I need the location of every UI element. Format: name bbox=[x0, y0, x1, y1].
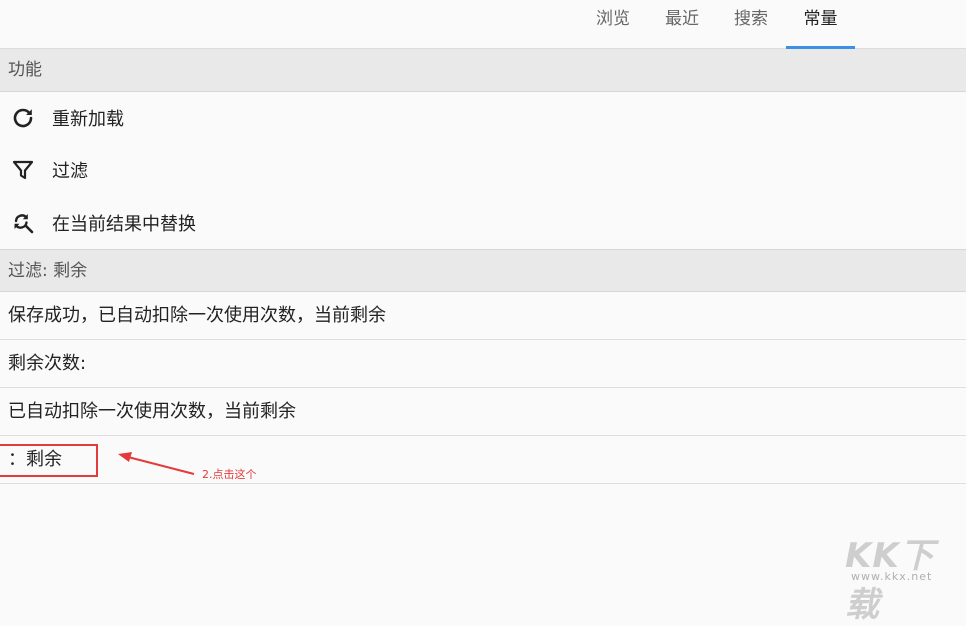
filter-action[interactable]: 过滤 bbox=[0, 144, 966, 196]
replace-in-results-action[interactable]: 在当前结果中替换 bbox=[0, 197, 966, 249]
tab-browse[interactable]: 浏览 bbox=[588, 0, 638, 48]
tab-constants[interactable]: 常量 bbox=[786, 0, 855, 49]
reload-action[interactable]: 重新加载 bbox=[0, 92, 966, 144]
result-row[interactable]: 剩余次数: bbox=[0, 340, 966, 388]
watermark-url: www.kkx.net bbox=[851, 570, 933, 583]
reload-icon bbox=[10, 105, 36, 131]
search-replace-icon bbox=[10, 210, 36, 236]
annotation-highlight-box bbox=[0, 444, 98, 477]
tab-recent[interactable]: 最近 bbox=[657, 0, 707, 48]
watermark-logo: KK下载 www.kkx.net bbox=[845, 528, 957, 625]
result-row[interactable]: 已自动扣除一次使用次数，当前剩余 bbox=[0, 388, 966, 436]
tab-search[interactable]: 搜索 bbox=[726, 0, 776, 48]
filter-label: 过滤 bbox=[52, 161, 88, 182]
section-header-filter: 过滤: 剩余 bbox=[0, 249, 966, 292]
filter-icon bbox=[10, 157, 36, 183]
replace-label: 在当前结果中替换 bbox=[52, 214, 196, 235]
reload-label: 重新加载 bbox=[52, 109, 124, 130]
section-header-functions: 功能 bbox=[0, 49, 966, 92]
result-row[interactable]: 保存成功，已自动扣除一次使用次数，当前剩余 bbox=[0, 292, 966, 340]
tab-bar: 浏览 最近 搜索 常量 bbox=[0, 0, 966, 49]
annotation-arrow bbox=[118, 452, 195, 475]
annotation-label: 2.点击这个 bbox=[202, 468, 257, 481]
